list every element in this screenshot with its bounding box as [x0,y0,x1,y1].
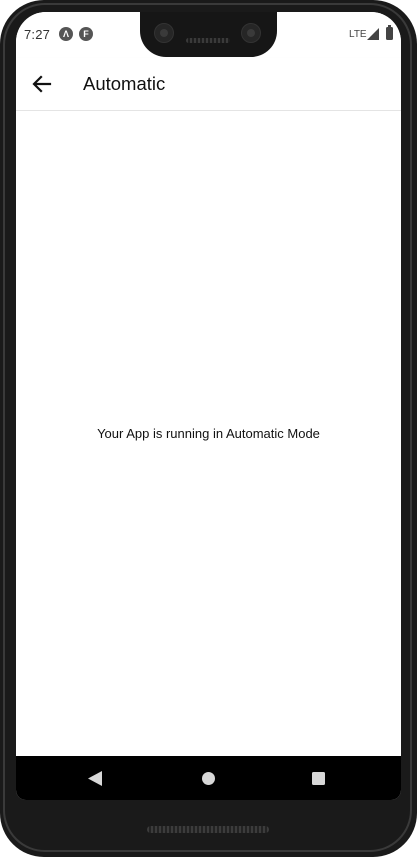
mode-message: Your App is running in Automatic Mode [97,426,320,441]
camera-notch [140,12,277,57]
cell-signal-icon [367,28,379,40]
square-recents-icon[interactable] [312,772,325,785]
bottom-speaker-grille [147,826,269,833]
arrow-back-icon [32,75,52,93]
system-navigation-bar [16,756,401,800]
status-time: 7:27 [24,27,51,42]
earpiece-speaker [186,38,230,43]
expo-icon: Λ [59,27,73,41]
app-bar: Automatic [16,58,401,111]
flutter-app-icon: F [79,27,93,41]
triangle-back-icon[interactable] [88,771,102,786]
front-camera-icon [154,23,174,43]
battery-icon [386,25,393,40]
phone-screen: 7:27 Λ F LTE Automatic Your App is runni… [16,12,401,800]
network-type-label: LTE [349,29,367,40]
page-title: Automatic [83,73,166,94]
main-content: Your App is running in Automatic Mode [16,111,401,756]
back-button[interactable] [28,70,56,98]
circle-home-icon[interactable] [202,772,215,785]
phone-frame: 7:27 Λ F LTE Automatic Your App is runni… [0,0,417,857]
front-sensor-icon [241,23,261,43]
